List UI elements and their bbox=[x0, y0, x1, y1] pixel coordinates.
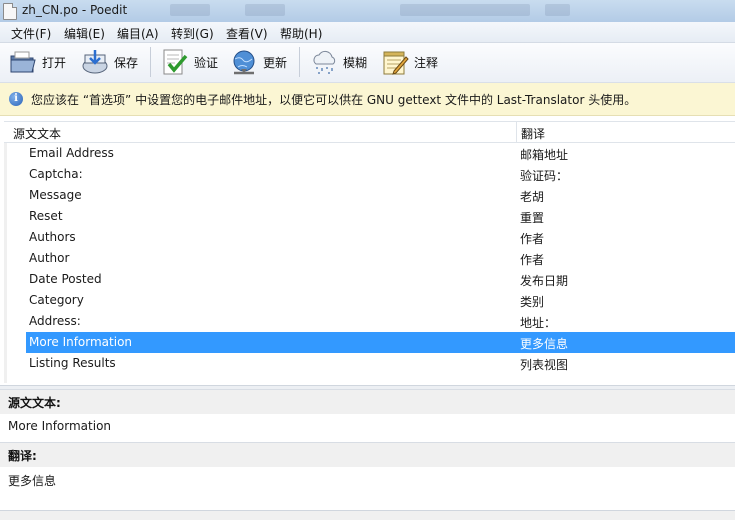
row-translation: 地址： bbox=[520, 316, 557, 330]
list-row[interactable]: Category 类别 bbox=[26, 290, 735, 311]
row-translation: 类别 bbox=[520, 295, 545, 309]
open-label: 打开 bbox=[42, 55, 67, 70]
menu-view[interactable]: 查看(V) bbox=[226, 25, 268, 42]
translation-panel-header: 翻译: bbox=[0, 442, 735, 468]
document-icon bbox=[3, 3, 17, 20]
validate-label: 验证 bbox=[194, 55, 219, 70]
translation-text: 更多信息 bbox=[8, 474, 57, 488]
validate-button[interactable]: 验证 bbox=[160, 45, 218, 79]
row-source: Authors bbox=[29, 230, 76, 244]
titlebar-ghost bbox=[170, 4, 210, 16]
menu-edit[interactable]: 编辑(E) bbox=[64, 25, 105, 42]
update-label: 更新 bbox=[263, 55, 288, 70]
row-translation: 重置 bbox=[520, 211, 545, 225]
save-icon bbox=[82, 50, 108, 74]
fuzzy-label: 模糊 bbox=[343, 55, 368, 70]
list-gutter bbox=[4, 143, 7, 383]
save-button[interactable]: 保存 bbox=[80, 45, 138, 79]
open-button[interactable]: 打开 bbox=[8, 45, 66, 79]
menu-help[interactable]: 帮助(H) bbox=[280, 25, 322, 42]
translation-list: Email Address 邮箱地址 Captcha: 验证码： Message… bbox=[4, 143, 735, 383]
window-title: zh_CN.po - Poedit bbox=[22, 3, 128, 17]
comment-label: 注释 bbox=[414, 55, 439, 70]
row-source: Category bbox=[29, 293, 84, 307]
row-source: Date Posted bbox=[29, 272, 102, 286]
open-folder-icon bbox=[10, 51, 36, 73]
column-header-translation[interactable]: 翻译 bbox=[521, 125, 545, 142]
row-source: More Information bbox=[29, 335, 133, 349]
row-translation: 验证码： bbox=[520, 169, 569, 183]
row-source: Email Address bbox=[29, 146, 114, 160]
toolbar-separator bbox=[150, 47, 151, 77]
comment-notepad-icon bbox=[383, 51, 409, 75]
column-header-source[interactable]: 源文文本 bbox=[13, 125, 61, 142]
source-text: More Information bbox=[8, 419, 112, 433]
toolbar-separator bbox=[299, 47, 300, 77]
title-bar: zh_CN.po - Poedit bbox=[0, 0, 735, 23]
menu-file[interactable]: 文件(F) bbox=[11, 25, 51, 42]
row-source: Captcha: bbox=[29, 167, 83, 181]
row-translation: 邮箱地址 bbox=[520, 148, 569, 162]
list-row-selected[interactable]: More Information 更多信息 bbox=[26, 332, 735, 353]
list-header: 源文文本 翻译 bbox=[4, 121, 735, 143]
titlebar-ghost bbox=[400, 4, 530, 16]
update-button[interactable]: 更新 bbox=[229, 45, 287, 79]
row-source: Message bbox=[29, 188, 82, 202]
validate-icon bbox=[163, 49, 188, 75]
toolbar: 打开 保存 验证 更新 模糊 注释 bbox=[0, 43, 735, 83]
row-translation: 更多信息 bbox=[520, 337, 569, 351]
comment-button[interactable]: 注释 bbox=[380, 45, 438, 79]
list-row[interactable]: Date Posted 发布日期 bbox=[26, 269, 735, 290]
menu-bar: 文件(F) 编辑(E) 编目(A) 转到(G) 查看(V) 帮助(H) bbox=[0, 22, 735, 43]
list-row[interactable]: Captcha: 验证码： bbox=[26, 164, 735, 185]
list-row[interactable]: Authors 作者 bbox=[26, 227, 735, 248]
fuzzy-cloud-icon bbox=[313, 50, 336, 74]
list-row[interactable]: Email Address 邮箱地址 bbox=[26, 143, 735, 164]
info-bar: i 您应该在 “首选项” 中设置您的电子邮件地址，以便它可以供在 GNU get… bbox=[0, 83, 735, 116]
list-row[interactable]: Message 老胡 bbox=[26, 185, 735, 206]
fuzzy-button[interactable]: 模糊 bbox=[309, 45, 367, 79]
row-translation: 老胡 bbox=[520, 190, 545, 204]
row-translation: 列表视图 bbox=[520, 358, 569, 372]
source-panel-header: 源文文本: bbox=[0, 389, 735, 415]
list-row[interactable]: Address: 地址： bbox=[26, 311, 735, 332]
titlebar-ghost bbox=[545, 4, 570, 16]
row-source: Listing Results bbox=[29, 356, 116, 370]
menu-catalog[interactable]: 编目(A) bbox=[117, 25, 159, 42]
column-divider[interactable] bbox=[516, 122, 517, 142]
info-message: 您应该在 “首选项” 中设置您的电子邮件地址，以便它可以供在 GNU gette… bbox=[31, 93, 637, 107]
translation-text-editor[interactable]: 更多信息 bbox=[0, 467, 735, 509]
info-icon: i bbox=[9, 92, 23, 106]
save-label: 保存 bbox=[114, 55, 139, 70]
row-translation: 发布日期 bbox=[520, 274, 569, 288]
list-row[interactable]: Listing Results 列表视图 bbox=[26, 353, 735, 374]
row-source: Author bbox=[29, 251, 70, 265]
titlebar-ghost bbox=[245, 4, 285, 16]
list-row[interactable]: Reset 重置 bbox=[26, 206, 735, 227]
source-panel-label: 源文文本: bbox=[8, 396, 61, 410]
source-text-view: More Information bbox=[0, 414, 735, 441]
row-source: Address: bbox=[29, 314, 81, 328]
row-source: Reset bbox=[29, 209, 63, 223]
list-row[interactable]: Author 作者 bbox=[26, 248, 735, 269]
row-translation: 作者 bbox=[520, 253, 545, 267]
update-globe-icon bbox=[233, 50, 255, 75]
translation-panel-label: 翻译: bbox=[8, 449, 37, 463]
menu-goto[interactable]: 转到(G) bbox=[171, 25, 214, 42]
row-translation: 作者 bbox=[520, 232, 545, 246]
